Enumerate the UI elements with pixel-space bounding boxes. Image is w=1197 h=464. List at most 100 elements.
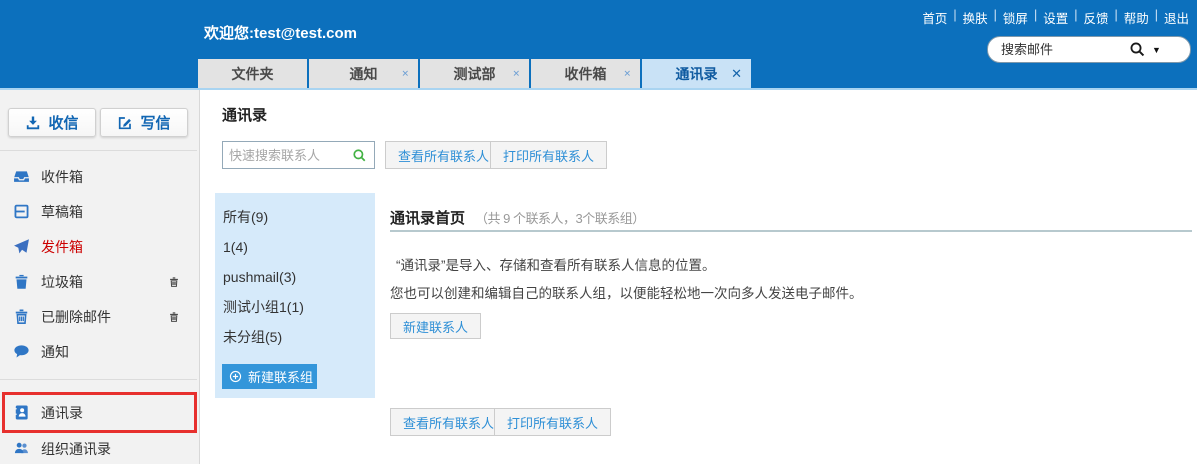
folder-menu: 收件箱 草稿箱 发件箱 垃圾箱 — [0, 159, 199, 369]
search-dropdown-icon[interactable]: ▼ — [1152, 45, 1161, 55]
group-item-1[interactable]: 1(4) — [215, 232, 375, 262]
sidebar-item-drafts[interactable]: 草稿箱 — [0, 194, 199, 229]
welcome-text: 欢迎您:test@test.com — [204, 22, 357, 43]
nav-separator: | — [1034, 8, 1037, 27]
tab-test-dept[interactable]: 测试部 ✕ — [420, 59, 529, 88]
mail-search-box[interactable]: ▼ — [987, 36, 1191, 63]
description-line-2: 您也可以创建和编辑自己的联系人组，以便能轻松地一次向多人发送电子邮件。 — [390, 282, 863, 302]
close-icon[interactable]: ✕ — [623, 68, 631, 79]
drafts-icon — [13, 203, 30, 220]
close-icon[interactable]: ✕ — [731, 66, 742, 82]
content-divider — [390, 230, 1192, 232]
sidebar-item-org-contacts[interactable]: 组织通讯录 — [0, 431, 212, 464]
webmail-app: 欢迎您:test@test.com 首页 | 换肤 | 锁屏 | 设置 | 反馈… — [0, 0, 1197, 464]
sidebar-item-label: 通知 — [41, 342, 69, 362]
new-contact-group-label: 新建联系组 — [248, 367, 313, 386]
sidebar-item-label: 收件箱 — [41, 167, 83, 187]
receive-mail-button[interactable]: 收信 — [8, 108, 96, 137]
contact-groups-panel: 所有(9) 1(4) pushmail(3) 测试小组1(1) 未分组(5) 新… — [215, 193, 375, 398]
notice-icon — [13, 343, 30, 360]
sidebar-divider — [0, 379, 197, 380]
print-all-contacts-button[interactable]: 打印所有联系人 — [490, 141, 607, 169]
receive-mail-label: 收信 — [48, 112, 78, 133]
nav-settings-link[interactable]: 设置 — [1043, 8, 1068, 27]
print-all-contacts-button-bottom[interactable]: 打印所有联系人 — [494, 408, 611, 436]
tab-folders[interactable]: 文件夹 — [198, 59, 307, 88]
junk-icon — [13, 273, 30, 290]
org-contacts-icon — [13, 440, 30, 457]
tab-notifications[interactable]: 通知 ✕ — [309, 59, 418, 88]
nav-lock-link[interactable]: 锁屏 — [1003, 8, 1028, 27]
button-label: 查看所有联系人 — [398, 146, 489, 165]
compose-mail-label: 写信 — [140, 112, 170, 133]
sidebar-item-outbox[interactable]: 发件箱 — [0, 229, 199, 264]
sidebar-item-label: 发件箱 — [41, 237, 83, 257]
nav-help-link[interactable]: 帮助 — [1124, 8, 1149, 27]
quick-search-input[interactable] — [229, 148, 352, 163]
contacts-home-heading: 通讯录首页 （共 9 个联系人，3个联系组） — [390, 207, 645, 228]
sidebar-item-junk[interactable]: 垃圾箱 — [0, 264, 199, 299]
group-item-pushmail[interactable]: pushmail(3) — [215, 262, 375, 292]
nav-separator: | — [953, 8, 956, 27]
tab-label: 测试部 — [454, 64, 496, 84]
group-item-all[interactable]: 所有(9) — [215, 202, 375, 232]
compose-mail-button[interactable]: 写信 — [100, 108, 188, 137]
nav-separator: | — [1155, 8, 1158, 27]
sidebar-item-label: 组织通讯录 — [41, 439, 111, 459]
deleted-mail-icon — [13, 308, 30, 325]
page-title: 通讯录 — [222, 104, 267, 125]
close-icon[interactable]: ✕ — [512, 68, 520, 79]
empty-trash-icon[interactable] — [168, 311, 180, 323]
sidebar-divider — [0, 150, 197, 151]
contact-group-list: 所有(9) 1(4) pushmail(3) 测试小组1(1) 未分组(5) — [215, 193, 375, 352]
button-label: 新建联系人 — [403, 317, 468, 336]
nav-separator: | — [1074, 8, 1077, 27]
sent-icon — [13, 238, 30, 255]
tab-label: 收件箱 — [565, 64, 607, 84]
receive-mail-icon — [25, 115, 41, 131]
sidebar-item-deleted[interactable]: 已删除邮件 — [0, 299, 199, 334]
contacts-home-title: 通讯录首页 — [390, 207, 465, 228]
empty-trash-icon[interactable] — [168, 276, 180, 288]
button-label: 打印所有联系人 — [507, 413, 598, 432]
nav-feedback-link[interactable]: 反馈 — [1083, 8, 1108, 27]
group-item-ungrouped[interactable]: 未分组(5) — [215, 322, 375, 352]
tab-inbox[interactable]: 收件箱 ✕ — [531, 59, 640, 88]
button-label: 打印所有联系人 — [503, 146, 594, 165]
nav-logout-link[interactable]: 退出 — [1164, 8, 1189, 27]
tab-contacts[interactable]: 通讯录 ✕ — [642, 59, 751, 88]
contacts-count-summary: （共 9 个联系人，3个联系组） — [475, 208, 645, 227]
search-icon[interactable] — [352, 148, 367, 163]
new-contact-button[interactable]: 新建联系人 — [390, 313, 481, 339]
view-all-contacts-button[interactable]: 查看所有联系人 — [385, 141, 502, 169]
sidebar-item-notifications[interactable]: 通知 — [0, 334, 199, 369]
sidebar-item-inbox[interactable]: 收件箱 — [0, 159, 199, 194]
sidebar-item-label: 垃圾箱 — [41, 272, 83, 292]
nav-separator: | — [1114, 8, 1117, 27]
plus-circle-icon — [229, 370, 242, 383]
search-icon[interactable] — [1129, 41, 1146, 58]
close-icon[interactable]: ✕ — [401, 68, 409, 79]
sidebar-item-label: 通讯录 — [41, 403, 83, 423]
top-nav: 首页 | 换肤 | 锁屏 | 设置 | 反馈 | 帮助 | 退出 — [922, 8, 1189, 27]
tab-label: 通知 — [350, 64, 378, 84]
view-all-contacts-button-bottom[interactable]: 查看所有联系人 — [390, 408, 507, 436]
sidebar-item-contacts[interactable]: 通讯录 — [0, 395, 212, 430]
inbox-icon — [13, 168, 30, 185]
nav-skin-link[interactable]: 换肤 — [963, 8, 988, 27]
mail-search-input[interactable] — [1001, 42, 1121, 57]
sidebar-item-label: 已删除邮件 — [41, 307, 111, 327]
quick-search-box[interactable] — [222, 141, 375, 169]
new-contact-group-button[interactable]: 新建联系组 — [222, 364, 317, 389]
button-label: 查看所有联系人 — [403, 413, 494, 432]
tab-label: 文件夹 — [232, 64, 274, 84]
nav-separator: | — [994, 8, 997, 27]
contacts-book-icon — [13, 404, 30, 421]
nav-home-link[interactable]: 首页 — [922, 8, 947, 27]
tab-label: 通讯录 — [676, 64, 718, 84]
compose-mail-icon — [117, 115, 133, 131]
sidebar-item-label: 草稿箱 — [41, 202, 83, 222]
description-line-1: “通讯录”是导入、存储和查看所有联系人信息的位置。 — [396, 254, 716, 274]
tab-bar: 文件夹 通知 ✕ 测试部 ✕ 收件箱 ✕ 通讯录 ✕ — [198, 59, 751, 88]
group-item-testteam[interactable]: 测试小组1(1) — [215, 292, 375, 322]
